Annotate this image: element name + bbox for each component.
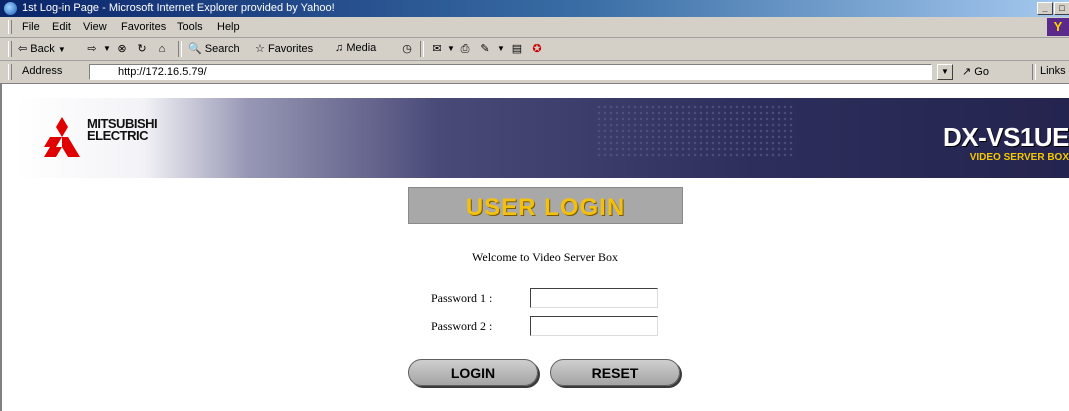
login-button[interactable]: LOGIN (408, 359, 538, 386)
address-bar: Address http://172.16.5.79/ ▼ ↗ Go Links (0, 61, 1069, 84)
address-label: Address (22, 65, 63, 77)
stop-icon[interactable]: ⊗ (115, 42, 129, 56)
product-subtitle: VIDEO SERVER BOX (969, 152, 1069, 163)
menu-file[interactable]: File (22, 21, 40, 33)
favorites-button[interactable]: ☆ Favorites (255, 42, 313, 55)
mail-icon[interactable]: ✉ (430, 42, 444, 56)
user-login-title: USER LOGIN (465, 194, 626, 221)
password-2-field[interactable] (530, 316, 658, 336)
user-login-heading: USER LOGIN (408, 187, 683, 224)
home-icon[interactable]: ⌂ (155, 42, 169, 56)
search-label: Search (204, 43, 240, 55)
chevron-down-icon: ▼ (57, 45, 66, 54)
go-button[interactable]: ↗ Go (962, 65, 989, 78)
address-dropdown-chevron-down-icon[interactable]: ▼ (937, 64, 953, 80)
address-input[interactable]: http://172.16.5.79/ (89, 64, 932, 80)
header-banner: MITSUBISHI ELECTRIC DX-VS1UE VIDEO SERVE… (16, 98, 1069, 178)
refresh-icon[interactable]: ↻ (135, 42, 149, 56)
page-viewport: MITSUBISHI ELECTRIC DX-VS1UE VIDEO SERVE… (0, 84, 1069, 411)
search-icon: 🔍 (188, 43, 202, 55)
history-icon[interactable]: ◷ (400, 42, 414, 56)
internet-explorer-icon[interactable] (4, 2, 17, 15)
yahoo-throbber-icon: Y (1047, 18, 1069, 36)
password-1-field[interactable] (530, 288, 658, 308)
media-icon: ♫ (335, 42, 344, 54)
toolbar-grip[interactable] (8, 41, 12, 57)
links-button[interactable]: Links (1040, 65, 1066, 77)
media-button[interactable]: ♫ Media (335, 42, 376, 54)
window-title-bar[interactable]: 1st Log-in Page - Microsoft Internet Exp… (0, 0, 1069, 17)
menu-favorites[interactable]: Favorites (121, 21, 166, 33)
go-label: Go (974, 66, 989, 78)
favorites-icon: ☆ (255, 43, 265, 55)
product-model: DX-VS1UE (942, 122, 1069, 152)
welcome-message: Welcome to Video Server Box (472, 250, 619, 264)
menu-tools[interactable]: Tools (177, 21, 203, 33)
mitsubishi-logo-icon (44, 117, 80, 157)
toolbar-grip[interactable] (8, 20, 12, 34)
chevron-down-icon[interactable]: ▼ (494, 42, 508, 56)
password-2-label: Password 2 : (431, 319, 493, 333)
banner-pattern (596, 104, 796, 159)
toolbar-separator (1032, 64, 1036, 80)
forward-arrow-icon[interactable]: ⇨ (85, 42, 99, 56)
brand-line-2: ELECTRIC (87, 128, 149, 143)
reset-button[interactable]: RESET (550, 359, 680, 386)
address-url[interactable]: http://172.16.5.79/ (118, 66, 207, 78)
menu-view[interactable]: View (83, 21, 107, 33)
chevron-down-icon[interactable]: ▼ (444, 42, 458, 56)
minimize-button[interactable]: _ (1037, 2, 1053, 15)
back-arrow-icon: ⇦ (18, 43, 28, 55)
messenger-icon[interactable]: ✪ (530, 42, 544, 56)
go-arrow-icon: ↗ (962, 66, 972, 78)
toolbar-separator (178, 41, 182, 57)
edit-icon[interactable]: ✎ (478, 42, 492, 56)
discuss-icon[interactable]: ▤ (510, 42, 524, 56)
back-label: Back (30, 43, 55, 55)
favorites-label: Favorites (267, 43, 314, 55)
back-button[interactable]: ⇦ Back ▼ (18, 42, 66, 55)
brand-name: MITSUBISHI ELECTRIC (87, 117, 158, 143)
menu-edit[interactable]: Edit (52, 21, 71, 33)
media-label: Media (346, 42, 377, 54)
search-button[interactable]: 🔍 Search (188, 42, 240, 55)
window-title: 1st Log-in Page - Microsoft Internet Exp… (22, 2, 335, 14)
standard-toolbar: ⇦ Back ▼ ⇨ ▼ ⊗ ↻ ⌂ 🔍 Search ☆ Favorites … (0, 38, 1069, 61)
toolbar-grip[interactable] (8, 64, 12, 80)
maximize-button[interactable]: □ (1054, 2, 1069, 15)
password-1-label: Password 1 : (431, 291, 493, 305)
chevron-down-icon[interactable]: ▼ (100, 42, 114, 56)
menu-bar: File Edit View Favorites Tools Help Y (0, 17, 1069, 38)
print-icon[interactable]: ⎙ (458, 42, 472, 56)
toolbar-separator (420, 41, 424, 57)
menu-help[interactable]: Help (217, 21, 240, 33)
